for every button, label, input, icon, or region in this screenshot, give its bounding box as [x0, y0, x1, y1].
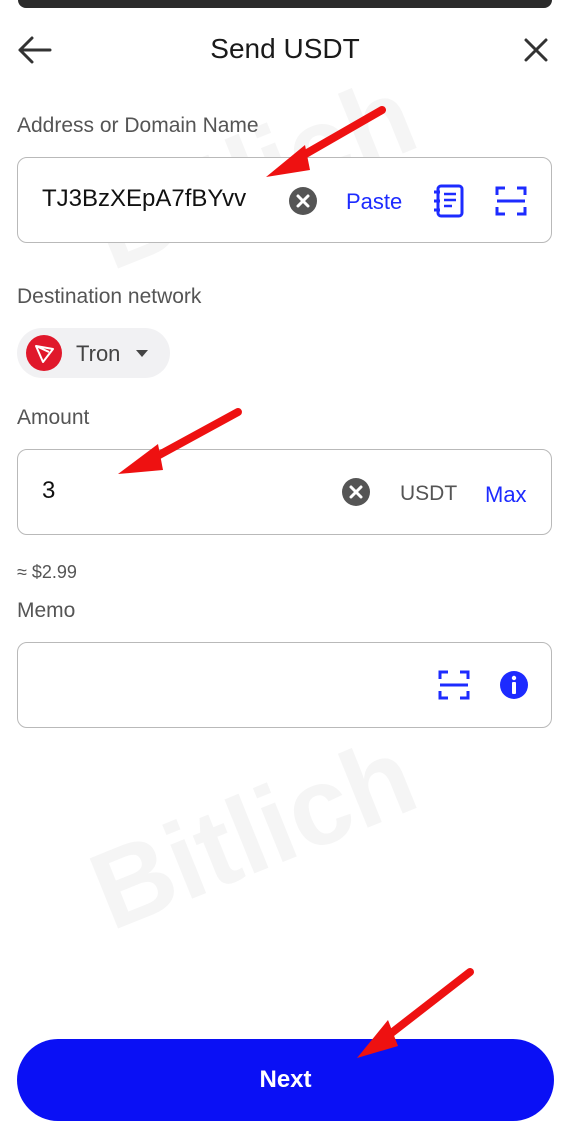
amount-field[interactable]: 3 USDT Max: [17, 449, 552, 535]
address-book-icon[interactable]: [431, 183, 467, 219]
page-title: Send USDT: [210, 33, 360, 64]
network-label: Destination network: [17, 285, 202, 308]
info-icon[interactable]: [496, 667, 532, 703]
network-selector[interactable]: Tron: [17, 328, 170, 378]
paste-button[interactable]: Paste: [346, 189, 402, 215]
header: Send USDT: [0, 20, 570, 80]
amount-input[interactable]: 3: [42, 477, 55, 505]
network-name: Tron: [76, 341, 121, 366]
address-input[interactable]: TJ3BzXEpA7fBYvv: [42, 185, 246, 213]
memo-field[interactable]: [17, 642, 552, 728]
scan-icon[interactable]: [436, 667, 472, 703]
scan-icon[interactable]: [493, 183, 529, 219]
address-field[interactable]: TJ3BzXEpA7fBYvv Paste: [17, 157, 552, 243]
tron-logo: [26, 335, 62, 371]
max-button[interactable]: Max: [485, 482, 527, 508]
memo-label: Memo: [17, 599, 76, 622]
watermark: Bitlich: [74, 713, 432, 954]
close-icon[interactable]: [520, 34, 552, 66]
send-sheet: Bitlich Bitlich Send USDT Address or Dom…: [0, 0, 570, 1140]
clear-icon[interactable]: [288, 186, 318, 216]
next-button-label: Next: [259, 1066, 312, 1093]
amount-label: Amount: [17, 406, 90, 429]
next-button[interactable]: Next: [17, 1039, 554, 1121]
amount-unit: USDT: [400, 482, 458, 505]
chevron-down-icon: [136, 350, 148, 357]
clear-icon[interactable]: [341, 477, 371, 507]
address-label: Address or Domain Name: [17, 114, 259, 137]
fiat-approx: ≈ $2.99: [17, 562, 77, 582]
status-top-bar: [18, 0, 552, 8]
